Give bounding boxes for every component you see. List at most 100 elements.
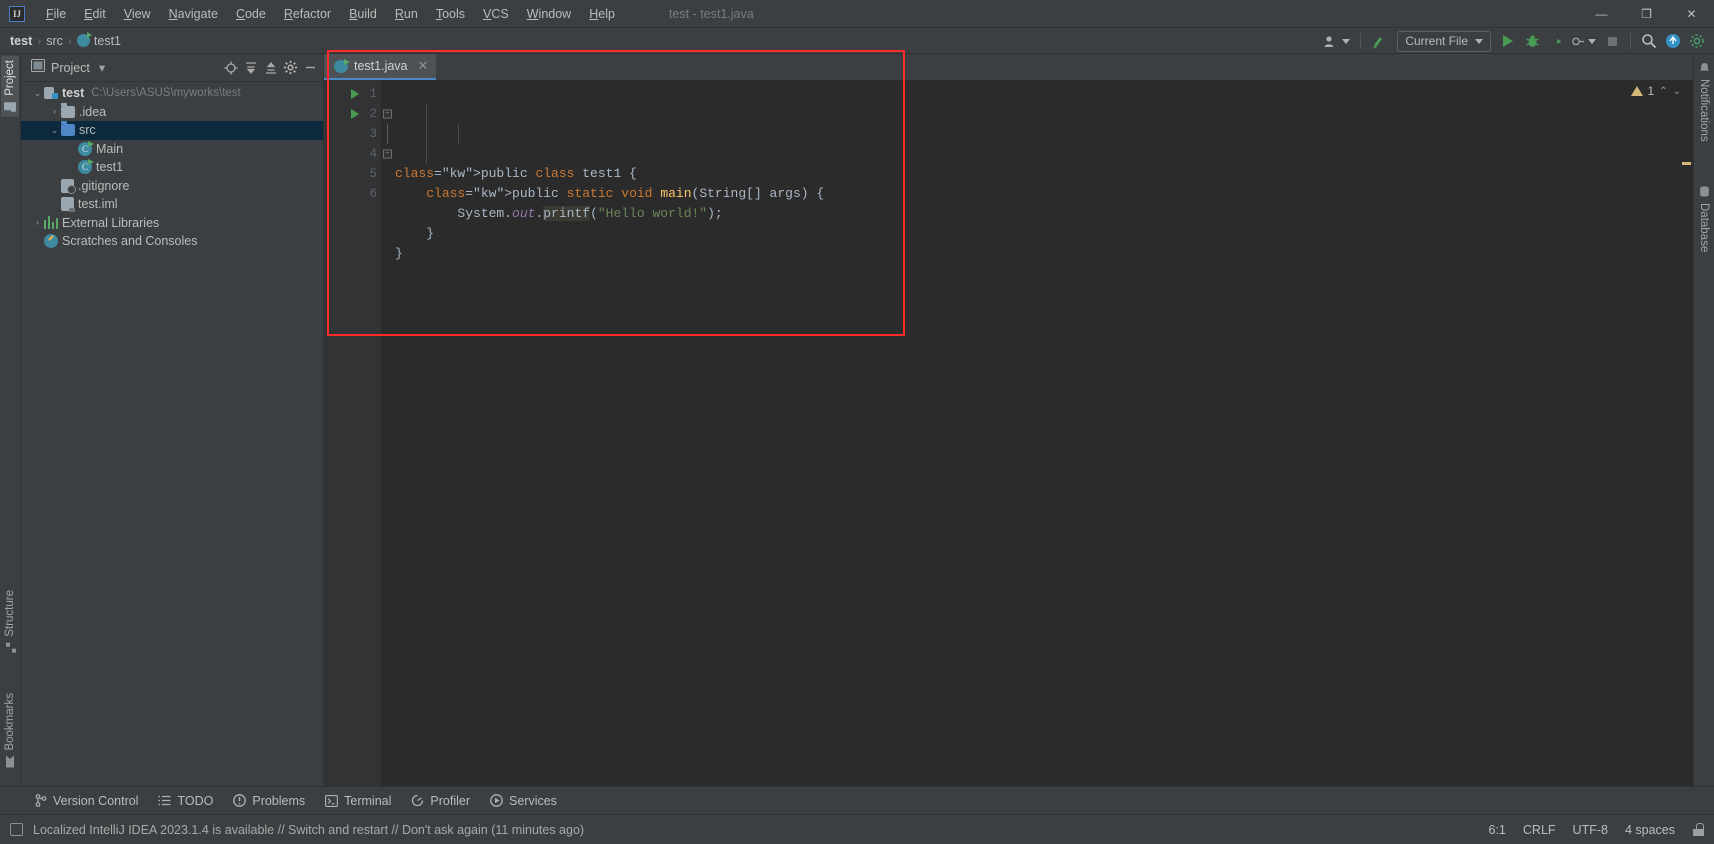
inspection-widget[interactable]: 1 ⌃ ⌄	[1630, 84, 1681, 98]
menu-item-build[interactable]: Build	[340, 4, 386, 24]
profiler-icon	[411, 794, 424, 807]
debug-button[interactable]	[1521, 30, 1543, 52]
menu-item-refactor[interactable]: Refactor	[275, 4, 340, 24]
code-editor[interactable]: 1 2− 3 4− 5 6 class="kw">public class test1 {…	[324, 80, 1693, 786]
tree-node[interactable]: Ctest1	[21, 158, 323, 177]
run-configuration-selector[interactable]: Current File	[1397, 30, 1491, 52]
menu-item-help[interactable]: Help	[580, 4, 624, 24]
expand-all-icon[interactable]	[242, 59, 259, 76]
problems-icon	[233, 794, 247, 807]
sidebar-item-database[interactable]: Database	[1695, 182, 1713, 256]
tree-node-label: src	[79, 123, 96, 138]
code-line[interactable]: System.out.printf("Hello world!");	[395, 204, 1693, 224]
project-panel-dropdown[interactable]: ▾	[99, 60, 105, 75]
project-panel-actions	[222, 59, 319, 76]
gutter-line[interactable]: 3	[324, 124, 388, 144]
sidebar-item-bookmarks[interactable]: Bookmarks	[1, 689, 19, 772]
breadcrumb-item-src[interactable]: src	[46, 34, 63, 48]
menu-item-file[interactable]: File	[37, 4, 75, 24]
run-button[interactable]	[1497, 30, 1519, 52]
close-button[interactable]: ✕	[1669, 0, 1714, 28]
read-only-toggle-icon[interactable]	[1692, 823, 1704, 836]
menu-item-navigate[interactable]: Navigate	[160, 4, 227, 24]
select-opened-file-icon[interactable]	[222, 59, 239, 76]
gutter-run-icon[interactable]	[351, 89, 359, 99]
gutter-line[interactable]: 4−	[324, 144, 392, 164]
tree-node-label: test.iml	[78, 197, 118, 212]
tool-window-button-profiler[interactable]: Profiler	[403, 791, 478, 811]
tool-window-button-problems[interactable]: Problems	[225, 791, 313, 811]
indent-setting[interactable]: 4 spaces	[1625, 823, 1675, 837]
menu-item-vcs[interactable]: VCS	[474, 4, 518, 24]
menu-item-window[interactable]: Window	[518, 4, 580, 24]
editor-gutter[interactable]: 1 2− 3 4− 5 6	[324, 80, 392, 786]
gutter-run-icon[interactable]	[351, 109, 359, 119]
chevron-right-icon[interactable]: ›	[48, 107, 61, 116]
menu-item-code[interactable]: Code	[227, 4, 275, 24]
code-content[interactable]: class="kw">public class test1 { class="k…	[381, 80, 1693, 786]
close-icon[interactable]: ✕	[418, 58, 429, 74]
warning-marker-stripe[interactable]	[1682, 162, 1691, 165]
menu-item-tools[interactable]: Tools	[427, 4, 474, 24]
line-separator[interactable]: CRLF	[1523, 823, 1556, 837]
tree-node[interactable]: C Main	[21, 140, 323, 159]
chevron-up-icon[interactable]: ⌃	[1659, 86, 1667, 97]
gutter-line[interactable]: 6	[324, 184, 381, 204]
tree-node[interactable]: test.iml	[21, 195, 323, 214]
code-line[interactable]	[395, 264, 1693, 284]
chevron-down-icon[interactable]: ⌄	[48, 125, 61, 135]
editor-tab-test1[interactable]: test1.java ✕	[324, 54, 437, 80]
tree-node[interactable]: .gitignore	[21, 177, 323, 196]
breadcrumb-item-file[interactable]: test1	[94, 34, 121, 48]
more-run-options-button[interactable]	[1569, 30, 1599, 52]
stop-button[interactable]	[1601, 30, 1623, 52]
intellij-window: IJ File Edit View Navigate Code Refactor Build…	[0, 0, 1714, 844]
status-message[interactable]: Localized IntelliJ IDEA 2023.1.4 is avai…	[33, 823, 584, 837]
code-line[interactable]: class="kw">public class test1 {	[395, 164, 1693, 184]
sidebar-item-project[interactable]: Project	[1, 56, 19, 117]
update-arrow-icon[interactable]	[1368, 30, 1391, 52]
tree-node[interactable]: ⌄ test C:\Users\ASUS\myworks\test	[21, 84, 323, 103]
maximize-button[interactable]: ❐	[1624, 0, 1669, 28]
tree-node[interactable]: › External Libraries	[21, 214, 323, 233]
project-tool-window: Project ▾ ⌄ test C:\Users\ASUS\myworks\t…	[21, 54, 324, 786]
run-toolbar: Current File	[1321, 28, 1708, 54]
tool-window-button-version-control[interactable]: Version Control	[26, 791, 146, 811]
caret-position[interactable]: 6:1	[1489, 823, 1506, 837]
chevron-down-icon	[1475, 38, 1483, 44]
chevron-right-icon[interactable]: ›	[31, 218, 44, 227]
tree-node[interactable]: › .idea	[21, 102, 323, 122]
menu-item-view[interactable]: View	[115, 4, 160, 24]
file-encoding[interactable]: UTF-8	[1573, 823, 1608, 837]
tool-window-button-todo[interactable]: TODO	[150, 791, 221, 811]
chevron-down-icon[interactable]: ⌄	[1673, 86, 1681, 97]
hide-panel-icon[interactable]	[302, 59, 319, 76]
menu-item-edit[interactable]: Edit	[75, 4, 115, 24]
search-everywhere-button[interactable]	[1638, 30, 1660, 52]
gutter-line[interactable]: 5	[324, 164, 381, 184]
minimize-button[interactable]: —	[1579, 0, 1624, 28]
tree-node-label: test1	[96, 160, 124, 175]
menu-item-run[interactable]: Run	[386, 4, 427, 24]
update-project-button[interactable]	[1662, 30, 1684, 52]
sidebar-item-notifications[interactable]: Notifications	[1695, 58, 1713, 146]
gear-icon[interactable]	[282, 59, 299, 76]
chevron-down-icon[interactable]: ⌄	[31, 88, 44, 98]
tree-node[interactable]: ⌄ src	[21, 121, 323, 140]
settings-button[interactable]	[1686, 30, 1708, 52]
tool-window-button-terminal[interactable]: Terminal	[317, 791, 399, 811]
code-line[interactable]: }	[395, 244, 1693, 264]
tool-window-button-services[interactable]: Services	[482, 791, 565, 811]
collapse-all-icon[interactable]	[262, 59, 279, 76]
gutter-line[interactable]: 1	[324, 84, 381, 104]
source-folder-icon	[61, 121, 75, 137]
tree-node[interactable]: Scratches and Consoles	[21, 232, 323, 251]
gutter-line[interactable]: 2−	[324, 104, 392, 124]
code-line[interactable]: class="kw">public static void main(Strin…	[395, 184, 1693, 204]
tool-window-label: Problems	[252, 793, 306, 808]
breadcrumb-item-project[interactable]: test	[10, 34, 32, 48]
run-with-coverage-button[interactable]	[1545, 30, 1567, 52]
user-icon[interactable]	[1321, 30, 1353, 52]
sidebar-item-structure[interactable]: Structure	[1, 586, 19, 658]
code-line[interactable]: }	[395, 224, 1693, 244]
